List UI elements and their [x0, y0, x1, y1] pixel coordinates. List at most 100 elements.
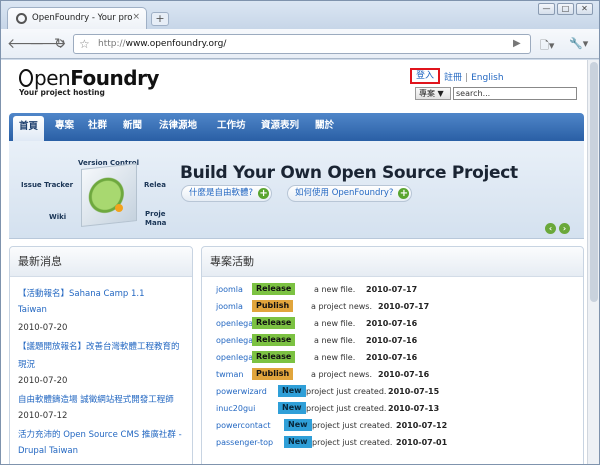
activity-type-badge: New [278, 385, 306, 397]
plus-icon: + [398, 188, 410, 199]
vertical-scrollbar[interactable] [587, 60, 599, 464]
nav-item-community[interactable]: 社群 [88, 113, 107, 141]
url-text: http://www.openfoundry.org/ [98, 39, 227, 49]
label-release: Relea [144, 181, 167, 189]
activity-user-link[interactable]: inuc20gui [216, 402, 255, 415]
news-item-3-date: 2010-07-12 [18, 411, 68, 421]
activity-user-link[interactable]: openlegal [216, 351, 255, 364]
activity-user-link[interactable]: openlegal [216, 317, 255, 330]
english-link[interactable]: English [471, 73, 504, 83]
search-input[interactable]: search... [453, 87, 577, 100]
activity-type-badge: Release [252, 351, 296, 363]
close-icon[interactable]: × [132, 12, 140, 22]
activity-user-link[interactable]: joomla [216, 283, 243, 296]
activity-date: 2010-07-15 [388, 387, 440, 396]
nav-item-news[interactable]: 新聞 [123, 113, 142, 141]
activity-user-link[interactable]: passenger-top [216, 436, 273, 449]
activity-type-badge: Publish [252, 300, 294, 312]
wrench-icon[interactable]: 🔧▾ [569, 37, 588, 50]
main-nav: 首頁 專案 社群 新聞 法律源地 工作坊 資源表列 關於 [9, 113, 584, 141]
search-scope-select[interactable]: 專案 ▼ [415, 87, 451, 100]
login-link[interactable]: 登入 [410, 68, 440, 84]
activity-user-link[interactable]: powerwizard [216, 385, 267, 398]
activity-date: 2010-07-01 [396, 438, 448, 447]
activity-date: 2010-07-17 [378, 302, 430, 311]
banner-title: Build Your Own Open Source Project [180, 163, 518, 183]
news-panel: 最新消息 【活動報名】Sahana Camp 1.1 Taiwan 2010-0… [9, 246, 193, 464]
go-icon[interactable]: ▶ [513, 38, 521, 49]
activity-description: project just created. [312, 421, 393, 430]
activity-user-link[interactable]: openlegal [216, 334, 255, 347]
activity-description: a project news. [311, 370, 372, 379]
close-window-button[interactable]: ✕ [576, 3, 593, 15]
activity-description: project just created. [306, 404, 387, 413]
activity-type-badge: Release [252, 283, 296, 295]
hero-banner: Version Control Issue Tracker Relea Wiki… [9, 141, 584, 239]
activity-description: a new file. [314, 353, 356, 362]
news-item-2-link-cont[interactable]: 現況 [18, 358, 35, 370]
separator: | [465, 73, 469, 83]
activity-description: project just created. [312, 438, 393, 447]
activity-type-badge: Publish [252, 368, 294, 380]
back-icon[interactable]: 🡐 [7, 35, 45, 53]
activity-user-link[interactable]: twman [216, 368, 243, 381]
new-tab-button[interactable]: + [151, 12, 169, 26]
activity-date: 2010-07-16 [378, 370, 430, 379]
news-panel-title: 最新消息 [10, 247, 192, 277]
favicon-icon [16, 13, 27, 24]
reload-icon[interactable]: ↻ [51, 35, 69, 53]
activity-description: project just created. [306, 387, 387, 396]
next-slide-button[interactable]: › [559, 223, 570, 234]
how-to-use-button[interactable]: 如何使用 OpenFoundry? + [287, 185, 413, 202]
browser-toolbar: 🡐 🡒 ↻ ☆ http://www.openfoundry.org/ ▶ 🗋▾… [1, 29, 599, 59]
plus-icon: + [258, 188, 270, 199]
prev-slide-button[interactable]: ‹ [545, 223, 556, 234]
minimize-button[interactable]: — [538, 3, 555, 15]
label-wiki: Wiki [49, 213, 67, 221]
page-menu-icon[interactable]: 🗋▾ [540, 37, 554, 56]
activity-description: a new file. [314, 319, 356, 328]
nav-item-home[interactable]: 首頁 [13, 116, 45, 141]
activity-user-link[interactable]: powercontact [216, 419, 271, 432]
activity-user-link[interactable]: joomla [216, 300, 243, 313]
window-controls: — □ ✕ [538, 3, 593, 15]
activity-date: 2010-07-16 [366, 353, 418, 362]
activity-panel-title: 專案活動 [202, 247, 583, 277]
activity-type-badge: New [284, 436, 312, 448]
news-item-2-link[interactable]: 【議題開放報名】改善台灣軟體工程教育的 [18, 340, 180, 352]
activity-type-badge: New [284, 419, 312, 431]
news-item-1-link[interactable]: 【活動報名】Sahana Camp 1.1 [18, 287, 145, 299]
nav-item-resources[interactable]: 資源表列 [261, 113, 299, 141]
news-item-1-date: 2010-07-20 [18, 323, 68, 333]
browser-tab[interactable]: OpenFoundry - Your proje··· × [7, 7, 147, 29]
maximize-button[interactable]: □ [557, 3, 574, 15]
logo-o-icon [19, 69, 33, 87]
gear-cube-icon [81, 163, 137, 227]
activity-date: 2010-07-17 [366, 285, 418, 294]
label-project-manage-1: Proje [145, 210, 166, 218]
scrollbar-thumb[interactable] [590, 62, 598, 302]
nav-item-legal[interactable]: 法律源地 [159, 113, 197, 141]
activity-date: 2010-07-12 [396, 421, 448, 430]
news-item-2-date: 2010-07-20 [18, 376, 68, 386]
forward-icon[interactable]: 🡒 [29, 35, 67, 53]
nav-item-workshop[interactable]: 工作坊 [217, 113, 246, 141]
news-item-4-link[interactable]: 活力充沛的 Open Source CMS 推廣社群 - [18, 428, 182, 440]
activity-type-badge: New [278, 402, 306, 414]
openfoundry-logo[interactable]: penFoundry [19, 66, 159, 90]
page-viewport: penFoundry Your project hosting 登入 註冊 | En… [1, 60, 587, 464]
nav-item-about[interactable]: 關於 [315, 113, 334, 141]
news-item-3-link[interactable]: 自由軟體鑄造場 誠徵網站程式開發工程師 [18, 393, 174, 405]
tagline: Your project hosting [19, 88, 105, 97]
nav-item-projects[interactable]: 專案 [55, 113, 74, 141]
chevron-down-icon: ▼ [437, 89, 444, 98]
activity-description: a new file. [314, 336, 356, 345]
news-item-4-link-cont[interactable]: Drupal Taiwan [18, 446, 78, 456]
top-links: 註冊 | English [444, 70, 504, 83]
register-link[interactable]: 註冊 [444, 73, 462, 83]
activity-type-badge: Release [252, 334, 296, 346]
address-bar[interactable]: ☆ http://www.openfoundry.org/ [73, 34, 531, 54]
what-is-free-software-button[interactable]: 什麼是自由軟體? + [181, 185, 273, 202]
star-icon[interactable]: ☆ [79, 37, 90, 51]
news-item-1-link-cont[interactable]: Taiwan [18, 305, 47, 315]
